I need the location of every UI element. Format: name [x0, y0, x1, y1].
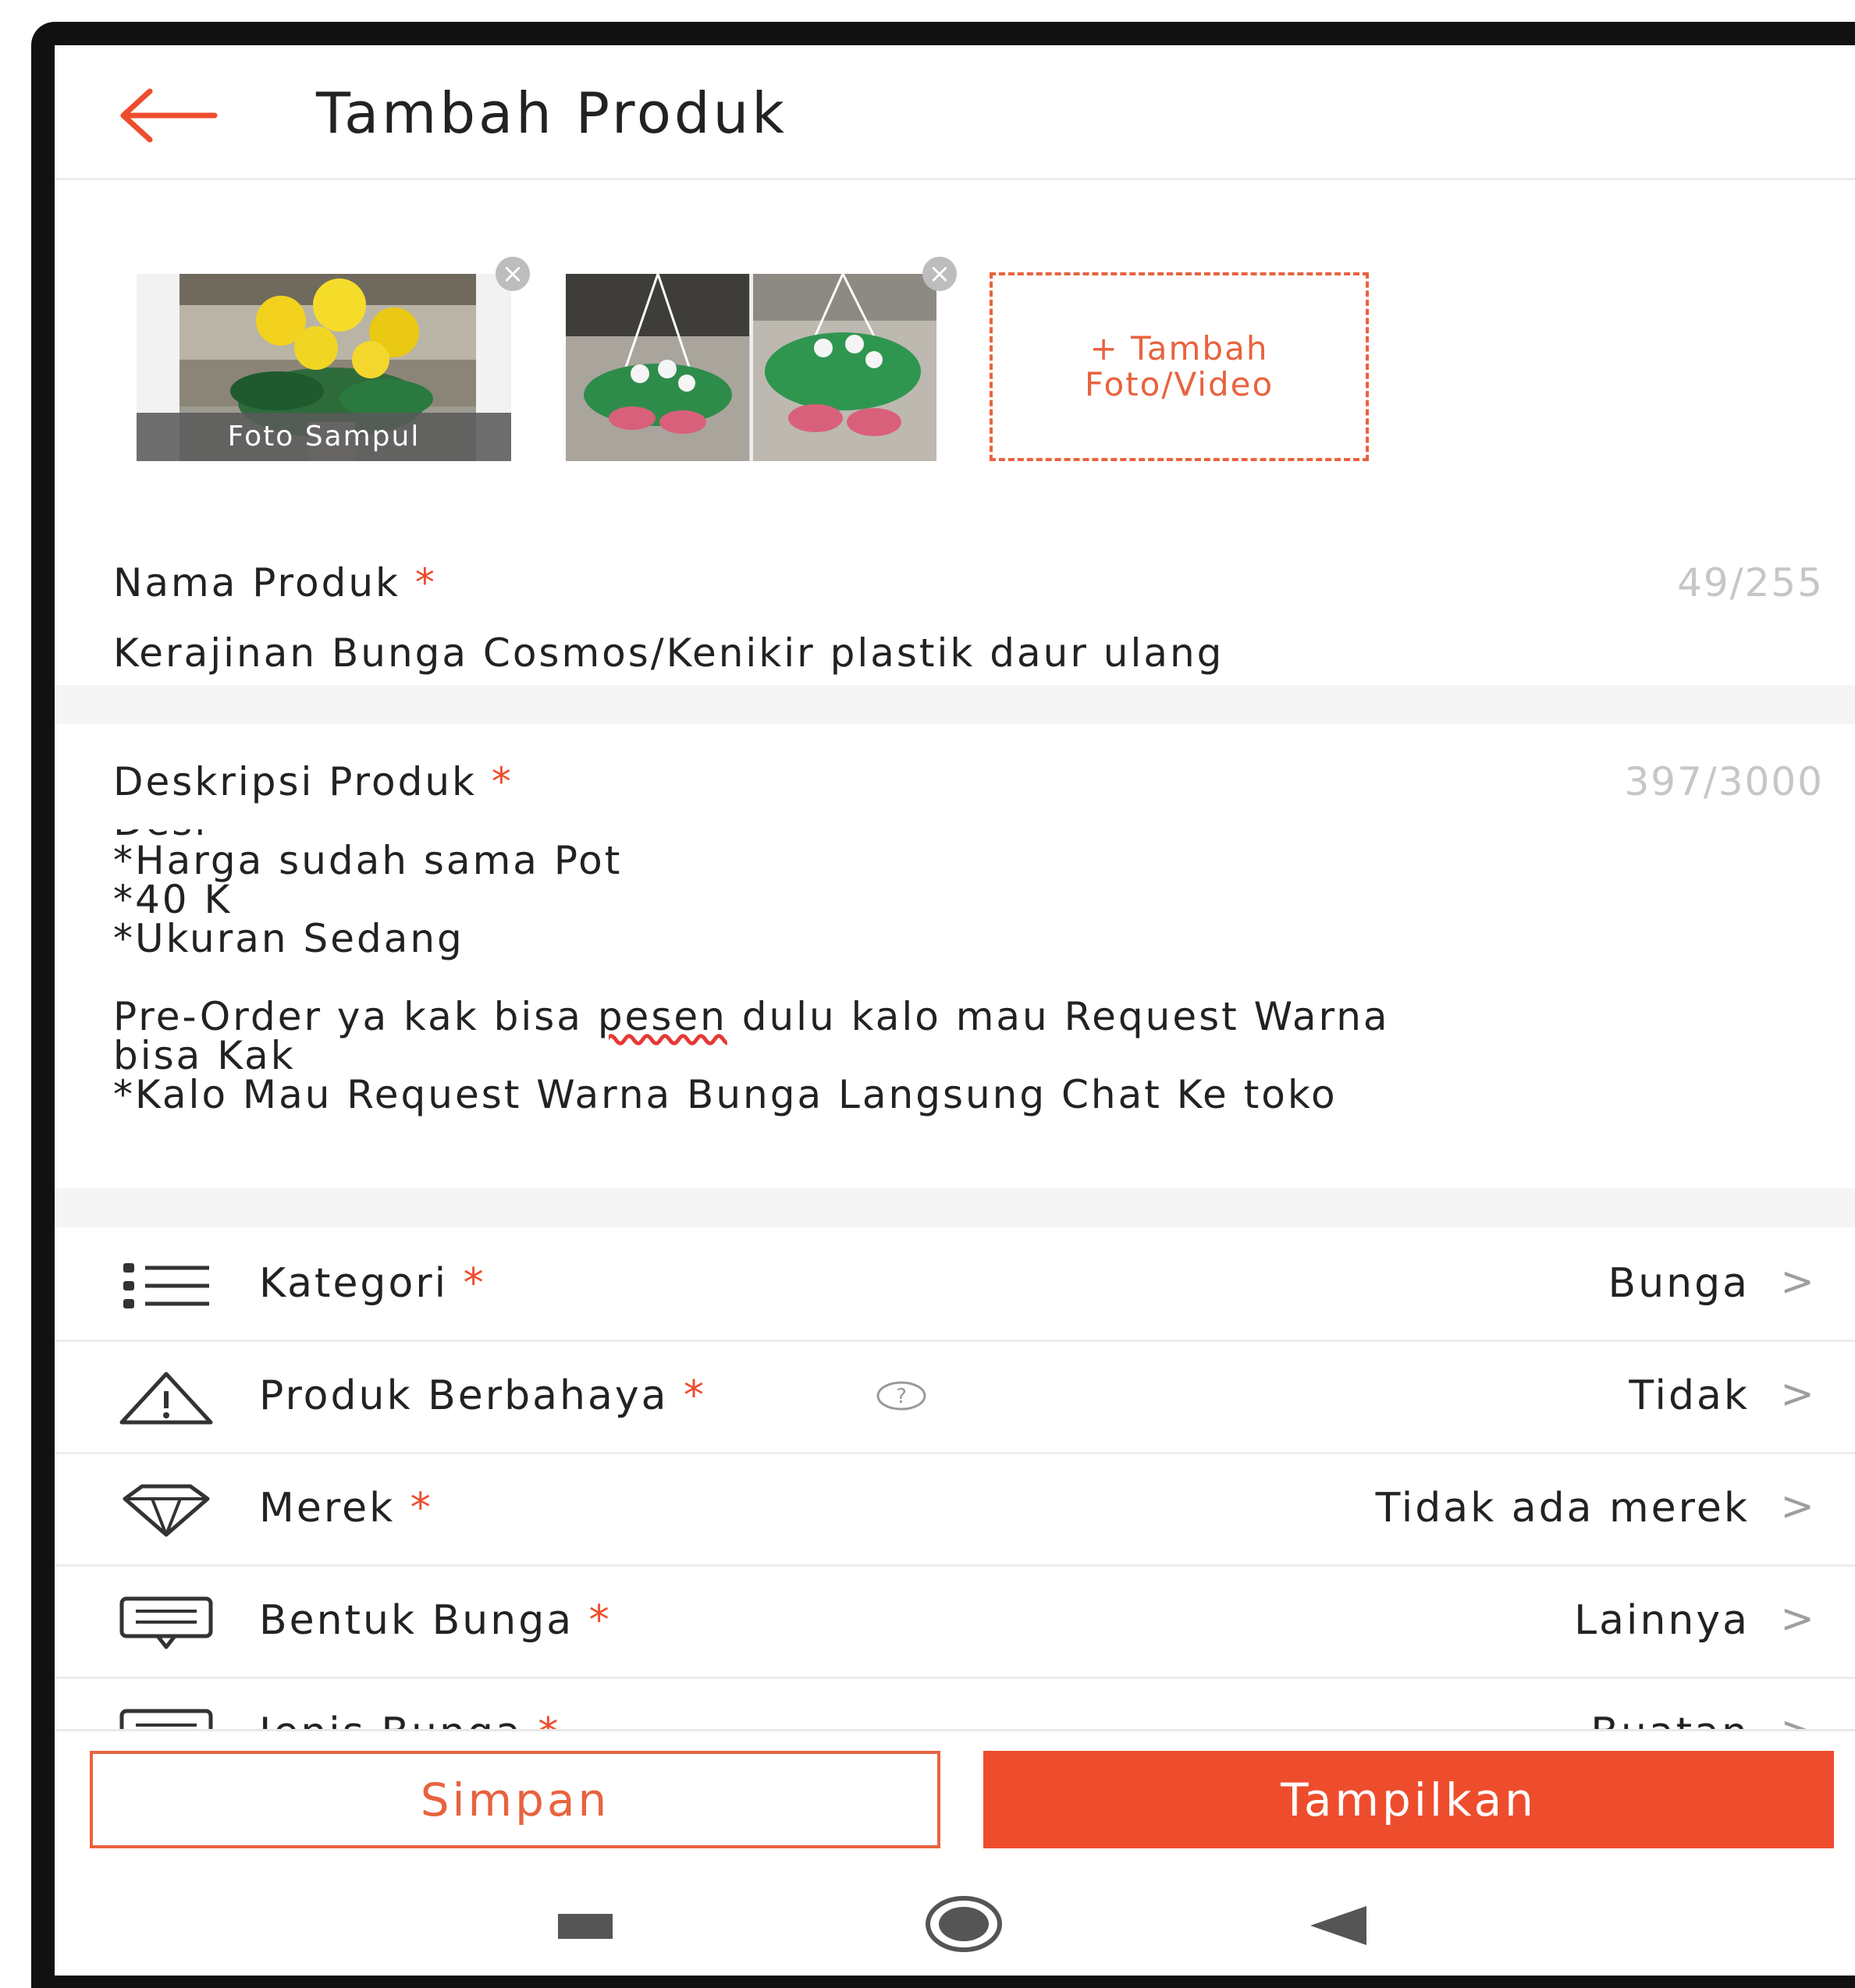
hanging-flower-photo [566, 274, 936, 461]
product-photo[interactable] [566, 274, 936, 461]
chevron-right-icon: > [1780, 1483, 1814, 1530]
close-icon: × [501, 258, 524, 289]
row-label: Produk Berbahaya * [259, 1372, 707, 1419]
close-icon: × [928, 258, 951, 289]
product-description-input[interactable]: Desi *Harga sudah sama Pot *40 K *Ukuran… [113, 829, 1830, 1173]
description-line: *Kalo Mau Request Warna Bunga Langsung C… [113, 1072, 1338, 1117]
page-title: Tambah Produk [316, 80, 787, 146]
attribute-list: Kategori * Bunga > Produk Berbahaya * ? … [55, 1227, 1855, 1789]
recent-apps-icon[interactable] [558, 1914, 613, 1939]
description-blank-line [113, 958, 1830, 997]
product-name-section: Nama Produk * 49/255 Kerajinan Bunga Cos… [55, 494, 1855, 685]
warning-icon [119, 1372, 213, 1425]
row-kategori[interactable]: Kategori * Bunga > [55, 1227, 1855, 1342]
help-icon[interactable]: ? [874, 1380, 929, 1411]
arrow-left-icon [120, 88, 218, 143]
row-label: Bentuk Bunga * [259, 1597, 612, 1644]
product-description-label: Deskripsi Produk * [113, 759, 514, 804]
description-line: *Ukuran Sedang [113, 916, 464, 961]
product-description-counter: 397/3000 [1624, 759, 1824, 804]
misspelled-word: pesen [597, 994, 727, 1039]
product-name-counter: 49/255 [1677, 560, 1824, 605]
row-label: Kategori * [259, 1260, 486, 1307]
product-name-input[interactable]: Kerajinan Bunga Cosmos/Kenikir plastik d… [113, 630, 1224, 676]
chevron-right-icon: > [1780, 1371, 1814, 1418]
description-line: *Harga sudah sama Pot [113, 838, 623, 883]
add-photo-video-button[interactable]: + Tambah Foto/Video [990, 272, 1369, 461]
home-icon[interactable] [925, 1895, 1003, 1953]
media-section: Foto Sampul × × + Tambah Foto/Video [55, 180, 1855, 508]
description-line: *40 K [113, 877, 233, 922]
screen: Tambah Produk Foto Sampul × × + Tambah F… [55, 45, 1855, 1976]
comment-icon [119, 1596, 213, 1649]
row-value: Tidak [1629, 1372, 1750, 1419]
chevron-right-icon: > [1780, 1596, 1814, 1642]
product-name-label: Nama Produk * [113, 560, 437, 605]
product-description-section: Deskripsi Produk * 397/3000 Desi *Harga … [55, 724, 1855, 1188]
list-icon [123, 1263, 209, 1308]
row-value: Tidak ada merek [1375, 1485, 1750, 1532]
row-value: Lainnya [1574, 1597, 1750, 1644]
back-triangle-icon[interactable] [1307, 1905, 1370, 1947]
remove-cover-photo-button[interactable]: × [496, 257, 530, 291]
system-nav-bar [55, 1869, 1855, 1976]
chevron-right-icon: > [1780, 1258, 1814, 1305]
row-produk-berbahaya[interactable]: Produk Berbahaya * ? Tidak > [55, 1340, 1855, 1454]
description-line: bisa Kak [113, 1033, 296, 1078]
svg-text:?: ? [896, 1385, 907, 1408]
action-bar: Simpan Tampilkan [55, 1729, 1855, 1872]
publish-button[interactable]: Tampilkan [983, 1751, 1834, 1848]
save-button[interactable]: Simpan [90, 1751, 940, 1848]
remove-product-photo-button[interactable]: × [922, 257, 957, 291]
app-header: Tambah Produk [55, 45, 1855, 180]
description-line: Pre-Order ya kak bisa pesen dulu kalo ma… [113, 994, 1390, 1039]
row-label: Merek * [259, 1485, 433, 1532]
cover-photo-label: Foto Sampul [137, 413, 511, 461]
row-bentuk-bunga[interactable]: Bentuk Bunga * Lainnya > [55, 1564, 1855, 1679]
row-merek[interactable]: Merek * Tidak ada merek > [55, 1452, 1855, 1567]
back-button[interactable] [117, 88, 219, 143]
row-value: Bunga [1608, 1260, 1750, 1307]
diamond-icon [123, 1484, 210, 1537]
add-photo-video-label: + Tambah Foto/Video [1084, 329, 1274, 403]
